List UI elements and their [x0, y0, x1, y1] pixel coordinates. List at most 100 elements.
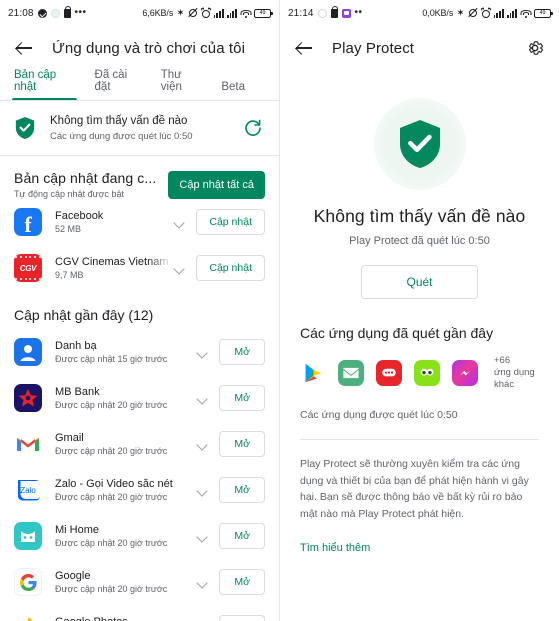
list-item[interactable]: f Facebook 52 MB Cập nhật [0, 199, 279, 245]
shield-check-icon [399, 120, 440, 168]
more-apps-label: +66 ứng dụng khác [494, 355, 539, 391]
chevron-down-icon[interactable] [172, 215, 186, 229]
zalo-icon: Zalo [14, 476, 42, 504]
learn-more-link[interactable]: Tìm hiểu thêm [280, 522, 559, 554]
alarm-icon [480, 7, 491, 18]
status-time: 21:08 [8, 7, 34, 19]
auto-update-note: Tự động cập nhật được bật [14, 189, 125, 199]
wifi-icon [240, 9, 251, 18]
list-item[interactable]: Google Được cập nhật 20 giờ trước Mở [0, 559, 279, 605]
open-button[interactable]: Mở [219, 339, 265, 365]
circle-sync-icon [50, 8, 60, 18]
lock-icon [63, 5, 72, 18]
screen-my-apps-and-games: 21:08 ••• 6,6KB/s ✶ 49 Ứng dụng và trò c… [0, 0, 280, 621]
pending-updates-section: Bản cập nhật đang c... Tự động cập nhật … [0, 156, 279, 199]
scanned-at-text: Các ứng dụng được quét lúc 0:50 [300, 409, 458, 421]
no-alarm-icon [187, 8, 198, 18]
check-badge-icon [37, 8, 47, 18]
open-button[interactable]: Mở [219, 569, 265, 595]
facebook-icon: f [14, 208, 42, 236]
messages-icon[interactable] [338, 360, 364, 386]
back-arrow-icon[interactable] [294, 38, 314, 58]
messenger-icon[interactable] [452, 360, 478, 386]
red-chat-icon[interactable] [376, 360, 402, 386]
app-name: MB Bank [55, 386, 100, 398]
scan-button[interactable]: Quét [361, 265, 478, 299]
chevron-down-icon[interactable] [195, 345, 209, 359]
play-protect-description: Play Protect sẽ thường xuyên kiểm tra cá… [300, 458, 529, 520]
no-alarm-icon [467, 8, 478, 18]
chevron-down-icon[interactable] [195, 391, 209, 405]
open-button[interactable]: Mở [219, 523, 265, 549]
shield-halo [373, 98, 466, 190]
app-name: Google [55, 570, 91, 582]
play-protect-status-row[interactable]: Không tìm thấy vấn đề nào Các ứng dụng đ… [0, 101, 279, 155]
chevron-down-icon[interactable] [195, 575, 209, 589]
cgv-icon: CGV [14, 254, 42, 282]
open-button[interactable]: Mở [219, 385, 265, 411]
dual-screenshot-container: 21:08 ••• 6,6KB/s ✶ 49 Ứng dụng và trò c… [0, 0, 559, 621]
overflow-dots-icon: •• [354, 7, 363, 18]
bluetooth-icon: ✶ [456, 7, 465, 19]
tab-library[interactable]: Thư viện [161, 69, 202, 100]
app-name: Mi Home [55, 524, 100, 536]
app-updated-time: Được cập nhật 20 giờ trước [55, 492, 168, 502]
signal-bars-icon [506, 8, 517, 18]
open-button[interactable]: Mở [219, 431, 265, 457]
list-item[interactable]: Danh bạ Được cập nhật 15 giờ trước Mở [0, 329, 279, 375]
app-bar-left: Ứng dụng và trò chơi của tôi [0, 26, 279, 70]
back-arrow-icon[interactable] [14, 38, 34, 58]
list-item[interactable]: Google Photos Được cập nhật 20 giờ trước… [0, 605, 279, 621]
status-bar-right: 21:14 •• 0,0KB/s ✶ 49 [280, 0, 559, 26]
overflow-dots-icon: ••• [74, 7, 87, 18]
update-button[interactable]: Cập nhật [196, 255, 265, 281]
chevron-down-icon[interactable] [195, 437, 209, 451]
battery-level: 49 [259, 10, 266, 16]
play-protect-hero: Không tìm thấy vấn đề nào Play Protect đ… [280, 70, 559, 299]
recently-scanned-apps: +66 ứng dụng khác [280, 341, 559, 391]
app-name: Danh bạ [55, 340, 97, 352]
refresh-icon[interactable] [243, 118, 263, 138]
more-text: ứng dụng khác [494, 367, 535, 390]
duolingo-icon[interactable] [414, 360, 440, 386]
tab-installed[interactable]: Đã cài đặt [95, 69, 141, 100]
contacts-icon [14, 338, 42, 366]
mbbank-icon [14, 384, 42, 412]
signal-bars-icon [493, 8, 504, 18]
app-updated-time: Được cập nhật 20 giờ trước [55, 538, 168, 548]
chevron-down-icon[interactable] [195, 483, 209, 497]
gmail-icon [14, 430, 42, 458]
list-item[interactable]: CGV CGV Cinemas Vietnam - R 9,7 MB Cập n… [0, 245, 279, 291]
chevron-down-icon[interactable] [195, 529, 209, 543]
open-button[interactable]: Mở [219, 477, 265, 503]
chevron-down-icon[interactable] [172, 261, 186, 275]
play-protect-title: Không tìm thấy vấn đề nào [50, 115, 188, 127]
app-bar-right: Play Protect [280, 26, 559, 70]
more-count: +66 [494, 355, 511, 366]
app-name: Gmail [55, 432, 84, 444]
list-item[interactable]: MB Bank Được cập nhật 20 giờ trước Mở [0, 375, 279, 421]
svg-text:Zalo: Zalo [20, 486, 36, 495]
update-button[interactable]: Cập nhật [196, 209, 265, 235]
signal-bars-icon [226, 8, 237, 18]
wifi-icon [520, 9, 531, 18]
list-item[interactable]: Gmail Được cập nhật 20 giờ trước Mở [0, 421, 279, 467]
open-button[interactable]: Mở [219, 615, 265, 621]
battery-icon: 49 [254, 8, 273, 18]
app-name: Zalo - Gọi Video sắc nét [55, 478, 173, 490]
google-photos-icon [14, 614, 42, 621]
gear-icon[interactable] [525, 38, 545, 58]
play-store-icon[interactable] [300, 360, 326, 386]
alarm-icon [200, 7, 211, 18]
tab-updates[interactable]: Bản cập nhật [12, 69, 77, 101]
page-title: Play Protect [332, 39, 415, 57]
update-all-button[interactable]: Cập nhật tất cả [168, 170, 265, 199]
app-name: CGV Cinemas Vietnam - R [55, 256, 172, 268]
network-speed: 0,0KB/s [422, 8, 454, 18]
hero-subtitle: Play Protect đã quét lúc 0:50 [349, 235, 490, 247]
bluetooth-icon: ✶ [176, 7, 185, 19]
tab-beta[interactable]: Beta [221, 81, 245, 100]
list-item[interactable]: Zalo Zalo - Gọi Video sắc nét Được cập n… [0, 467, 279, 513]
recently-scanned-title: Các ứng dụng đã quét gần đây [300, 325, 494, 341]
list-item[interactable]: Mi Home Được cập nhật 20 giờ trước Mở [0, 513, 279, 559]
